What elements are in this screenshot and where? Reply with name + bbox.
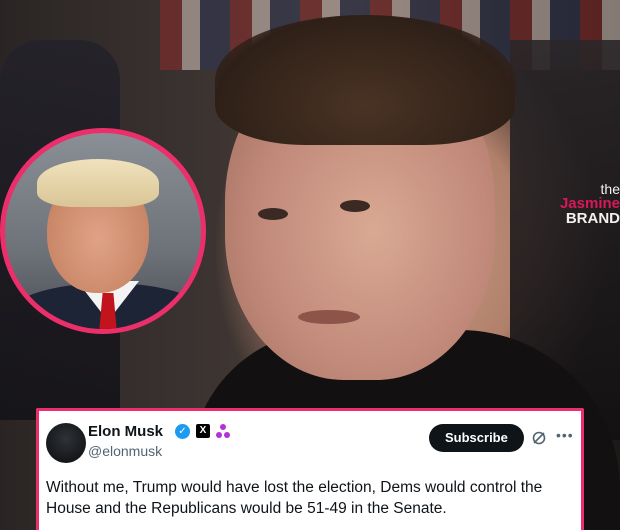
verified-check-icon: ✓ [175, 424, 190, 439]
x-badge-icon: X [196, 424, 210, 438]
subject-left-eye [258, 208, 288, 220]
subject-mouth [298, 310, 360, 324]
watermark-brand: BRAND [565, 210, 620, 227]
author-name[interactable]: Elon Musk [88, 423, 163, 440]
tweet-card: Elon Musk ✓ X @elonmusk Subscribe ••• Wi… [36, 408, 584, 530]
author-avatar[interactable] [46, 423, 86, 463]
more-options-icon[interactable]: ••• [556, 427, 574, 443]
watermark-jasmine: Jasmine [559, 195, 620, 212]
author-handle[interactable]: @elonmusk [88, 443, 162, 459]
tweet-text: Without me, Trump would have lost the el… [46, 479, 543, 517]
watermark-the: the [600, 181, 620, 197]
subject-right-eye [340, 200, 370, 212]
grok-icon[interactable] [532, 431, 546, 445]
watermark-logo: the Jasmine BRAND [558, 182, 620, 226]
subject-hair [215, 15, 515, 145]
subscribe-button[interactable]: Subscribe [429, 424, 524, 452]
affiliate-badge-icon [216, 424, 230, 438]
inset-portrait [0, 128, 206, 334]
inset-hair [37, 159, 159, 207]
